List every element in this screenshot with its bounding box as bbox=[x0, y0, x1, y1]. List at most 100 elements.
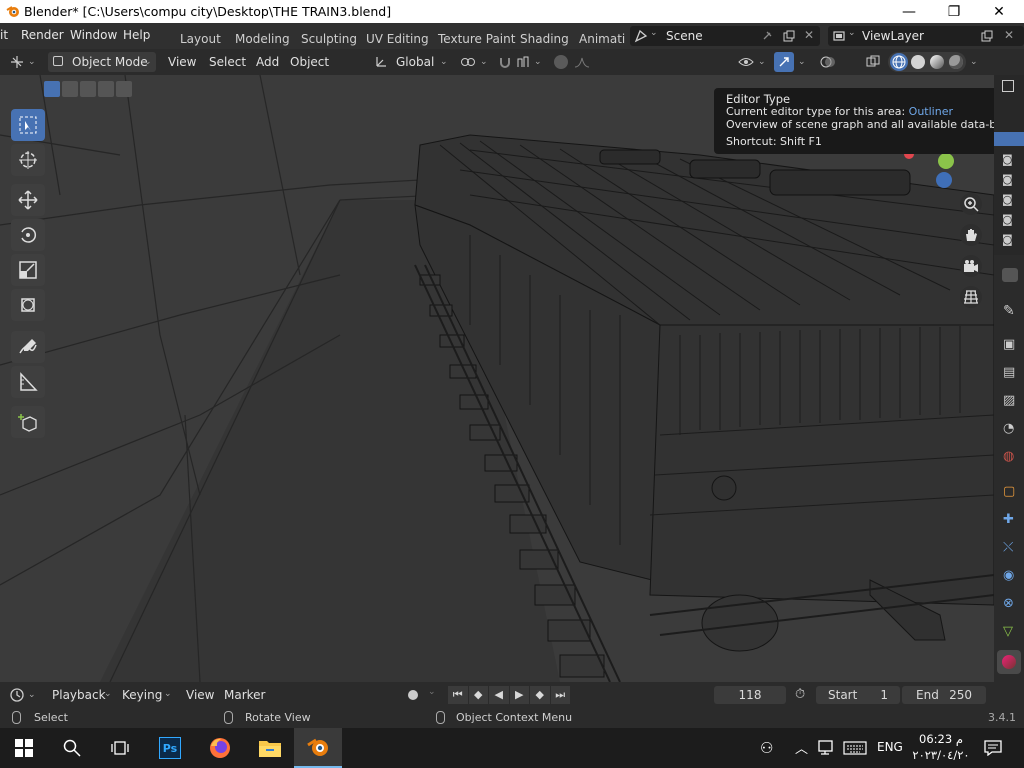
modifier-properties-icon[interactable]: ✚ bbox=[1003, 512, 1014, 527]
tab-sculpting[interactable]: Sculpting bbox=[301, 32, 357, 46]
menu-edit[interactable]: it bbox=[0, 28, 8, 42]
camera-visibility-icon[interactable]: ◙ bbox=[1002, 213, 1013, 226]
menu-help[interactable]: Help bbox=[123, 28, 150, 42]
remove-viewlayer-icon[interactable]: ✕ bbox=[1004, 28, 1014, 42]
menu-playback[interactable]: Playback bbox=[52, 685, 106, 705]
keyboard-icon[interactable] bbox=[843, 741, 867, 755]
viewlayer-selector[interactable]: ⌄ ViewLayer ✕ bbox=[828, 26, 1024, 46]
firefox-taskbar-button[interactable] bbox=[196, 728, 244, 768]
task-view-button[interactable] bbox=[96, 728, 144, 768]
new-scene-icon[interactable] bbox=[782, 29, 796, 43]
tab-uv-editing[interactable]: UV Editing bbox=[366, 32, 429, 46]
visibility-dropdown[interactable]: ⌄ bbox=[736, 52, 768, 72]
select-invert-icon[interactable] bbox=[98, 81, 114, 97]
overlays-toggle[interactable] bbox=[818, 52, 852, 72]
tab-modeling[interactable]: Modeling bbox=[235, 32, 290, 46]
editor-type-button[interactable]: ⌄ bbox=[6, 52, 42, 72]
menu-view[interactable]: View bbox=[168, 52, 196, 72]
cursor-tool[interactable] bbox=[11, 144, 45, 176]
chevron-down-icon[interactable]: ⌄ bbox=[798, 52, 806, 72]
file-explorer-taskbar-button[interactable] bbox=[246, 728, 294, 768]
camera-visibility-icon[interactable]: ◙ bbox=[1002, 173, 1013, 186]
end-frame-field[interactable]: End 250 bbox=[902, 686, 986, 704]
tab-animation[interactable]: Animati bbox=[579, 32, 625, 46]
menu-object[interactable]: Object bbox=[290, 52, 329, 72]
xray-toggle[interactable] bbox=[864, 52, 884, 72]
blender-taskbar-button[interactable] bbox=[294, 728, 342, 768]
transform-tool[interactable] bbox=[11, 289, 45, 321]
gizmo-y-axis[interactable] bbox=[938, 153, 954, 169]
show-hidden-icons-icon[interactable]: ︿ bbox=[795, 738, 808, 757]
add-cube-tool[interactable] bbox=[11, 406, 45, 438]
menu-select[interactable]: Select bbox=[209, 52, 246, 72]
tool-tab-icon[interactable] bbox=[1002, 268, 1018, 282]
remove-scene-icon[interactable]: ✕ bbox=[804, 28, 814, 42]
constraints-properties-icon[interactable]: ⊗ bbox=[1003, 596, 1014, 611]
solid-shading-button[interactable] bbox=[911, 55, 925, 69]
gizmo-z-axis[interactable] bbox=[936, 172, 952, 188]
rendered-shading-button[interactable] bbox=[949, 55, 963, 69]
menu-render[interactable]: Render bbox=[21, 28, 64, 42]
zoom-button[interactable] bbox=[960, 193, 982, 215]
chevron-down-icon[interactable]: ⌄ bbox=[428, 687, 436, 697]
measure-tool[interactable] bbox=[11, 366, 45, 398]
menu-timeline-view[interactable]: View bbox=[186, 685, 214, 705]
search-button[interactable] bbox=[48, 728, 96, 768]
physics-properties-icon[interactable]: ◉ bbox=[1003, 568, 1014, 583]
input-language[interactable]: ENG bbox=[877, 740, 903, 754]
start-button[interactable] bbox=[0, 728, 48, 768]
proportional-editing-toggle[interactable] bbox=[550, 52, 600, 72]
scene-selector[interactable]: ⌄ Scene ✕ bbox=[630, 26, 820, 46]
view-layer-properties-icon[interactable]: ▨ bbox=[1003, 393, 1015, 408]
new-viewlayer-icon[interactable] bbox=[980, 29, 994, 43]
tab-layout[interactable]: Layout bbox=[180, 32, 221, 46]
menu-window[interactable]: Window bbox=[70, 28, 117, 42]
prev-keyframe-icon[interactable]: ◆ bbox=[468, 686, 488, 704]
tab-shading[interactable]: Shading bbox=[520, 32, 569, 46]
select-new-icon[interactable] bbox=[44, 81, 60, 97]
outliner-filter-icon[interactable] bbox=[1002, 80, 1014, 92]
timeline-editor-type-button[interactable]: ⌄ bbox=[6, 685, 40, 705]
next-keyframe-icon[interactable]: ◆ bbox=[530, 686, 550, 704]
camera-view-button[interactable] bbox=[960, 255, 982, 277]
play-reverse-icon[interactable]: ◀ bbox=[489, 686, 509, 704]
close-button[interactable]: ✕ bbox=[976, 0, 1022, 23]
tab-texture-paint[interactable]: Texture Paint bbox=[438, 32, 515, 46]
camera-visibility-icon[interactable]: ◙ bbox=[1002, 153, 1013, 166]
select-box-tool[interactable] bbox=[11, 109, 45, 141]
transform-orientation-dropdown[interactable]: Global ⌄ bbox=[372, 52, 452, 72]
minimize-button[interactable]: — bbox=[886, 0, 932, 23]
pin-icon[interactable] bbox=[760, 29, 774, 43]
menu-keying[interactable]: Keying bbox=[122, 685, 162, 705]
scale-tool[interactable] bbox=[11, 254, 45, 286]
pan-button[interactable] bbox=[960, 224, 982, 246]
menu-add[interactable]: Add bbox=[256, 52, 279, 72]
stopwatch-icon[interactable]: ⏱ bbox=[795, 687, 805, 702]
camera-visibility-icon[interactable]: ◙ bbox=[1002, 193, 1013, 206]
scene-properties-icon[interactable]: ◔ bbox=[1003, 421, 1014, 436]
material-shading-button[interactable] bbox=[930, 55, 944, 69]
material-properties-tab[interactable] bbox=[997, 650, 1021, 674]
tool-settings-icon[interactable]: ✎ bbox=[1003, 303, 1015, 319]
pivot-point-dropdown[interactable]: ⌄ bbox=[458, 52, 492, 72]
render-properties-icon[interactable]: ▣ bbox=[1003, 337, 1015, 352]
wireframe-shading-button[interactable] bbox=[890, 53, 908, 71]
move-tool[interactable] bbox=[11, 184, 45, 216]
world-properties-icon[interactable]: ◍ bbox=[1003, 449, 1014, 464]
outliner-selected-row[interactable] bbox=[994, 132, 1024, 146]
output-properties-icon[interactable]: ▤ bbox=[1003, 365, 1015, 380]
chevron-down-icon[interactable]: ⌄ bbox=[970, 52, 978, 72]
jump-start-icon[interactable]: ⏮ bbox=[448, 686, 468, 704]
record-keyframe-icon[interactable] bbox=[408, 690, 418, 700]
people-icon[interactable]: ⚇ bbox=[760, 739, 773, 757]
rotate-tool[interactable] bbox=[11, 219, 45, 251]
camera-visibility-icon[interactable]: ◙ bbox=[1002, 233, 1013, 246]
annotate-tool[interactable] bbox=[11, 331, 45, 363]
maximize-button[interactable]: ❐ bbox=[931, 0, 977, 23]
3d-viewport[interactable] bbox=[0, 75, 994, 682]
jump-end-icon[interactable]: ⏭ bbox=[550, 686, 570, 704]
start-frame-field[interactable]: Start 1 bbox=[816, 686, 900, 704]
gizmo-toggle[interactable] bbox=[774, 52, 794, 72]
ortho-toggle-button[interactable] bbox=[960, 286, 982, 308]
select-extend-icon[interactable] bbox=[62, 81, 78, 97]
